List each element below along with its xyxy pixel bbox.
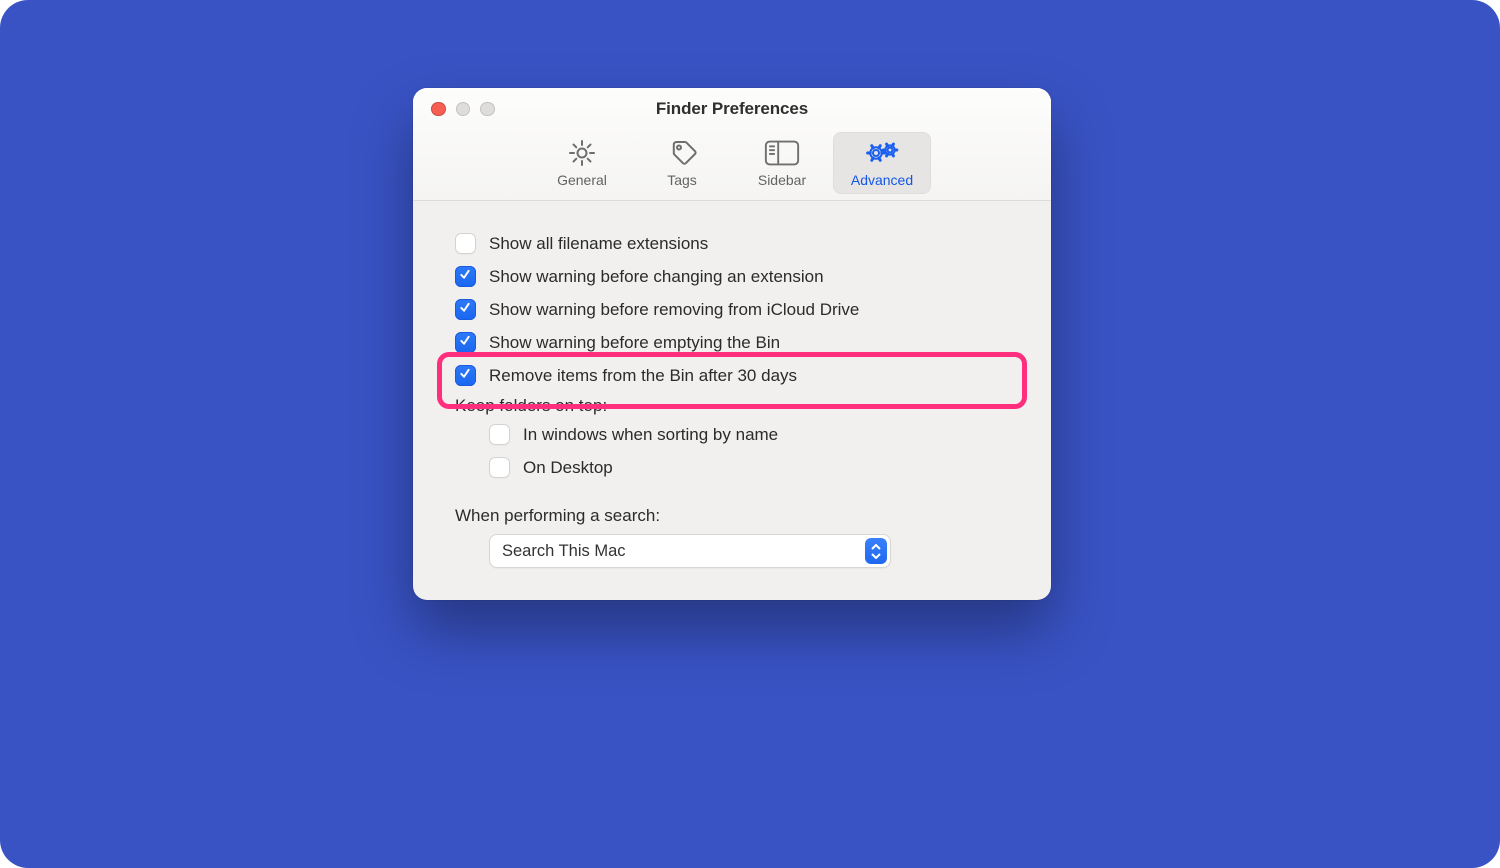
sidebar-icon (737, 136, 827, 170)
search-scope-value: Search This Mac (502, 542, 626, 561)
select-caret-icon (865, 538, 887, 564)
keep-folders-label: Keep folders on top: (455, 396, 607, 415)
checkbox[interactable] (455, 365, 476, 386)
minimize-window-button[interactable] (456, 102, 471, 117)
tab-label: General (537, 172, 627, 188)
search-label: When performing a search: (455, 506, 660, 525)
search-scope-select[interactable]: Search This Mac (489, 534, 891, 568)
option-label: Show all filename extensions (489, 234, 708, 254)
option-label: Show warning before removing from iCloud… (489, 300, 859, 320)
option-row: Show all filename extensions (413, 227, 1051, 260)
checkbox[interactable] (455, 299, 476, 320)
finder-preferences-window: Finder Preferences General Tags Sidebar (413, 88, 1051, 600)
tab-general[interactable]: General (533, 132, 631, 194)
tab-advanced[interactable]: Advanced (833, 132, 931, 194)
checkbox[interactable] (489, 457, 510, 478)
gear-icon (537, 136, 627, 170)
option-row: Show warning before changing an extensio… (413, 260, 1051, 293)
checkbox[interactable] (455, 266, 476, 287)
checkbox[interactable] (455, 332, 476, 353)
search-section: When performing a search: (413, 502, 1051, 528)
option-label: Show warning before changing an extensio… (489, 267, 824, 287)
tab-sidebar[interactable]: Sidebar (733, 132, 831, 194)
option-label: On Desktop (523, 458, 613, 478)
option-row: Remove items from the Bin after 30 days (413, 359, 1051, 392)
gears-icon (837, 136, 927, 170)
page-background: Finder Preferences General Tags Sidebar (0, 0, 1500, 868)
keep-folders-section: Keep folders on top: (413, 392, 1051, 418)
keep-folders-option-row: On Desktop (413, 451, 1051, 484)
zoom-window-button[interactable] (480, 102, 495, 117)
preferences-body: Show all filename extensions Show warnin… (413, 201, 1051, 600)
tab-tags[interactable]: Tags (633, 132, 731, 194)
option-row: Show warning before removing from iCloud… (413, 293, 1051, 326)
tab-label: Advanced (837, 172, 927, 188)
option-label: Show warning before emptying the Bin (489, 333, 780, 353)
window-title: Finder Preferences (413, 99, 1051, 119)
tab-bar: General Tags Sidebar Advanced (413, 130, 1051, 200)
option-row: Show warning before emptying the Bin (413, 326, 1051, 359)
checkbox[interactable] (455, 233, 476, 254)
checkbox[interactable] (489, 424, 510, 445)
option-label: Remove items from the Bin after 30 days (489, 366, 797, 386)
tab-label: Sidebar (737, 172, 827, 188)
tag-icon (637, 136, 727, 170)
tab-label: Tags (637, 172, 727, 188)
close-window-button[interactable] (431, 102, 446, 117)
option-label: In windows when sorting by name (523, 425, 778, 445)
titlebar: Finder Preferences General Tags Sidebar (413, 88, 1051, 201)
window-controls (413, 102, 495, 117)
keep-folders-option-row: In windows when sorting by name (413, 418, 1051, 451)
